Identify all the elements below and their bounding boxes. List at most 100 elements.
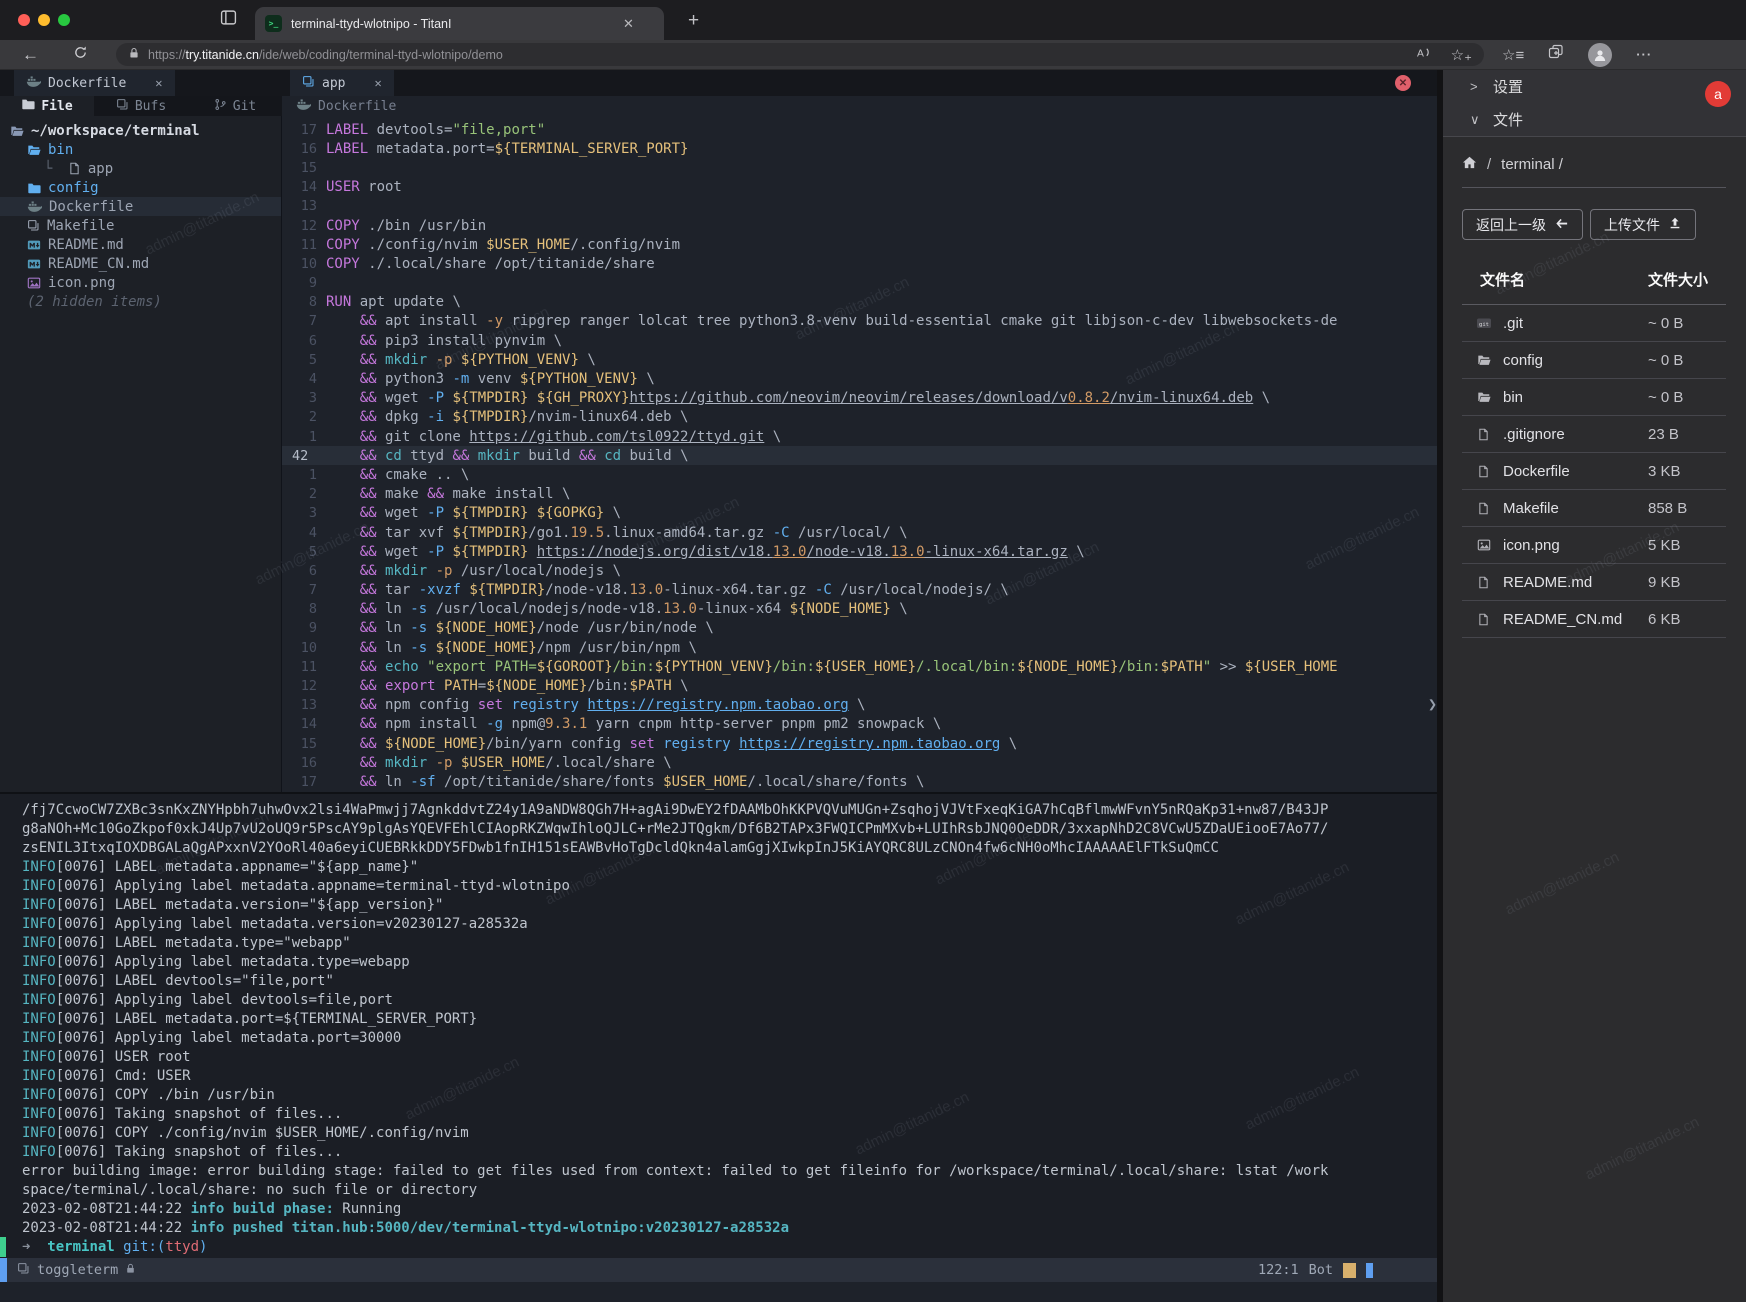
breadcrumb: Dockerfile [318,99,396,114]
panel-tab-bufs[interactable]: Bufs [94,96,188,116]
user-avatar-badge[interactable]: a [1705,81,1731,107]
code-line[interactable]: 17LABEL devtools="file,port" [282,120,1437,139]
code-line[interactable]: 5 && mkdir -p ${PYTHON_VENV} \ [282,350,1437,369]
file-row-bin[interactable]: bin~ 0 B [1462,379,1726,416]
code-line[interactable]: 4 && python3 -m venv ${PYTHON_VENV} \ [282,369,1437,388]
cursor-position: 122:1 [1258,1262,1299,1278]
code-line[interactable]: 13 [282,197,1437,216]
code-line[interactable]: 10 && ln -s ${NODE_HOME}/npm /usr/bin/np… [282,638,1437,657]
code-line[interactable]: 11COPY ./config/nvim $USER_HOME/.config/… [282,235,1437,254]
code-line[interactable]: 12COPY ./bin /usr/bin [282,216,1437,235]
code-editor[interactable]: 17LABEL devtools="file,port"16LABEL meta… [282,116,1437,792]
code-line[interactable]: 15 && ${NODE_HOME}/bin/yarn config set r… [282,734,1437,753]
expand-panel-icon[interactable]: ❯ [1428,695,1437,713]
explorer-buffer-tab[interactable]: Dockerfile ✕ [14,70,175,96]
tab-close-icon[interactable]: ✕ [623,16,634,32]
collections-icon[interactable] [1548,44,1564,65]
go-up-button[interactable]: 返回上一级 [1462,209,1583,240]
upload-file-button[interactable]: 上传文件 [1590,209,1696,240]
favorites-icon[interactable]: ☆≡ [1502,46,1524,64]
code-text: && mkdir -p /usr/local/nodejs \ [326,563,621,579]
panel-tab-file[interactable]: File [0,96,94,116]
panel-tab-label: Git [233,99,256,114]
svg-text:git: git [1479,322,1489,328]
new-tab-button[interactable]: + [688,10,699,32]
file-name: config [1503,352,1543,369]
address-bar[interactable]: https://try.titanide.cn/ide/web/coding/t… [116,43,1484,66]
file-row--git[interactable]: git.git~ 0 B [1462,305,1726,342]
section-settings[interactable]: > 设置 [1443,70,1746,103]
code-line[interactable]: 7 && apt install -y ripgrep ranger lolca… [282,312,1437,331]
code-line[interactable]: 13 && npm config set registry https://re… [282,696,1437,715]
file-row-readme-cn-md[interactable]: README_CN.md6 KB [1462,601,1726,638]
code-line[interactable]: 3 && wget -P ${TMPDIR} ${GOPKG} \ [282,504,1437,523]
tree-item--workspace-terminal[interactable]: ~/workspace/terminal [0,121,281,140]
code-line[interactable]: 14 && npm install -g npm@9.3.1 yarn cnpm… [282,715,1437,734]
code-line-current[interactable]: 42 && cd ttyd && mkdir build && cd build… [282,446,1437,465]
close-icon[interactable]: ✕ [155,76,162,90]
code-line[interactable]: 14USER root [282,178,1437,197]
file-row-icon-png[interactable]: icon.png5 KB [1462,527,1726,564]
panel-tab-git[interactable]: Git [188,96,282,116]
tree-item-bin[interactable]: bin [0,140,281,159]
code-line[interactable]: 2 && dpkg -i ${TMPDIR}/nvim-linux64.deb … [282,408,1437,427]
code-line[interactable]: 17 && ln -sf /opt/titanide/share/fonts $… [282,772,1437,791]
file-manager-sidebar: > 设置 ∨ 文件 a / terminal / 返回上一级 [1443,70,1746,1302]
file-row--gitignore[interactable]: .gitignore23 B [1462,416,1726,453]
code-line[interactable]: 6 && pip3 install pynvim \ [282,331,1437,350]
markdown-icon [27,238,41,252]
section-files[interactable]: ∨ 文件 [1443,103,1746,136]
tree-item-config[interactable]: config [0,178,281,197]
close-icon[interactable]: ✕ [374,76,381,90]
minimize-window-button[interactable] [38,14,50,26]
tree-item-icon-png[interactable]: icon.png [0,273,281,292]
editor-buffer-tab[interactable]: app ✕ [290,70,394,96]
code-line[interactable]: 5 && wget -P ${TMPDIR} https://nodejs.or… [282,542,1437,561]
code-text: && mkdir -p ${PYTHON_VENV} \ [326,352,596,368]
profile-avatar[interactable] [1588,43,1612,67]
code-line[interactable]: 1 && git clone https://github.com/tsl092… [282,427,1437,446]
code-line[interactable]: 6 && mkdir -p /usr/local/nodejs \ [282,561,1437,580]
code-line[interactable]: 2 && make && make install \ [282,485,1437,504]
tree-item-makefile[interactable]: Makefile [0,216,281,235]
zoom-window-button[interactable] [58,14,70,26]
read-aloud-icon[interactable]: A [1416,45,1431,65]
code-line[interactable]: 9 && ln -s ${NODE_HOME}/node /usr/bin/no… [282,619,1437,638]
current-directory[interactable]: terminal / [1501,156,1563,173]
tab-list-icon[interactable] [220,9,237,31]
code-line[interactable]: 10COPY ./.local/share /opt/titanide/shar… [282,254,1437,273]
tree-item-app[interactable]: └ app [0,159,281,178]
add-favorite-icon[interactable]: ☆₊ [1451,46,1472,64]
refresh-icon[interactable] [73,45,88,65]
file-row-dockerfile[interactable]: Dockerfile3 KB [1462,453,1726,490]
code-line[interactable]: 1 && cmake .. \ [282,465,1437,484]
code-line[interactable]: 8 && ln -s /usr/local/nodejs/node-v18.13… [282,600,1437,619]
code-line[interactable]: 7 && tar -xvzf ${TMPDIR}/node-v18.13.0-l… [282,581,1437,600]
code-line[interactable]: 11 && echo "export PATH=${GOROOT}/bin:${… [282,657,1437,676]
code-line[interactable]: 9 [282,274,1437,293]
close-window-button[interactable] [18,14,30,26]
home-icon[interactable] [1462,155,1477,174]
back-icon[interactable]: ← [22,45,39,65]
file-row-config[interactable]: config~ 0 B [1462,342,1726,379]
file-name: .gitignore [1503,426,1565,443]
tree-item-readme-md[interactable]: README.md [0,235,281,254]
terminal-output[interactable]: /fj7CcwoCW7ZXBc3snKxZNYHpbh7uhwOvx2lsi4W… [0,792,1437,1258]
code-line[interactable]: 4 && tar xvf ${TMPDIR}/go1.19.5.linux-am… [282,523,1437,542]
tree-item-readme-cn-md[interactable]: README_CN.md [0,254,281,273]
file-row-makefile[interactable]: Makefile858 B [1462,490,1726,527]
code-line[interactable]: 3 && wget -P ${TMPDIR} ${GH_PROXY}https:… [282,389,1437,408]
terminal-line: INFO[0076] COPY ./config/nvim $USER_HOME… [22,1125,1437,1144]
code-line[interactable]: 16LABEL metadata.port=${TERMINAL_SERVER_… [282,139,1437,158]
file-size: 6 KB [1648,611,1726,628]
code-line[interactable]: 15 [282,158,1437,177]
settings-menu-icon[interactable]: ··· [1636,47,1652,62]
file-row-readme-md[interactable]: README.md9 KB [1462,564,1726,601]
chevron-right-icon: > [1470,79,1480,94]
code-line[interactable]: 8RUN apt update \ [282,293,1437,312]
browser-tab[interactable]: >_ terminal-ttyd-wlotnipo - TitanI ✕ [255,7,664,40]
close-all-button[interactable]: ✕ [1395,75,1411,91]
code-line[interactable]: 12 && export PATH=${NODE_HOME}/bin:$PATH… [282,676,1437,695]
code-line[interactable]: 16 && mkdir -p $USER_HOME/.local/share \ [282,753,1437,772]
tree-item-dockerfile[interactable]: Dockerfile [0,197,281,216]
